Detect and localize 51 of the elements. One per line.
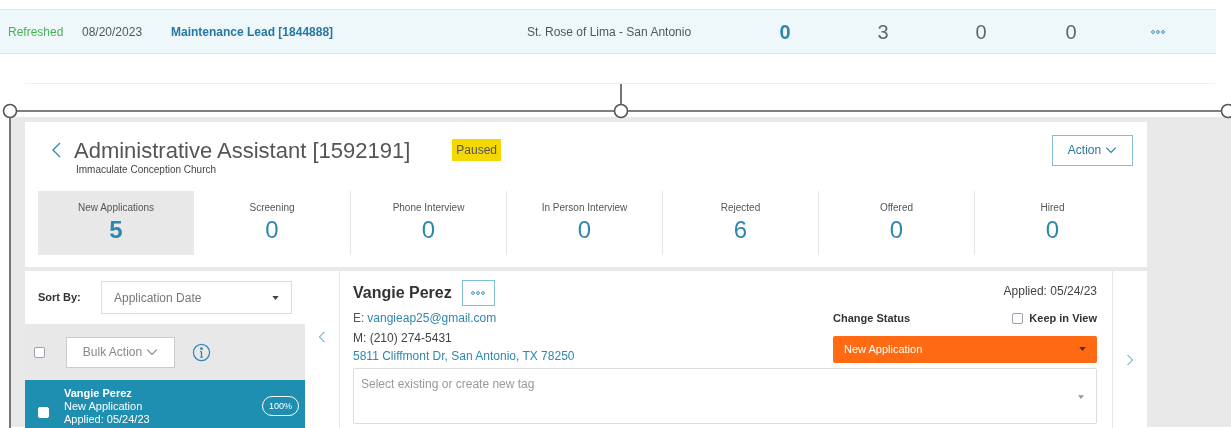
caret-icon [272,295,279,300]
tag-input[interactable]: Select existing or create new tag [361,376,1078,392]
status-badge: Paused [452,139,501,161]
stage-tab[interactable]: Screening 0 [194,191,350,255]
action-button[interactable]: Action [1052,134,1133,166]
info-icon[interactable] [192,342,211,362]
next-icon [1126,352,1134,368]
phone-text: M: (210) 274-5431 [353,330,452,347]
stage-tab[interactable]: Offered 0 [818,191,974,255]
applicant-item[interactable]: Vangie Perez New Application Applied: 05/24/23 100% [25,380,305,428]
chevron-down-icon [1105,146,1118,154]
sort-label: Sort By: [38,290,82,306]
change-status-label: Change Status [833,311,910,326]
job-title: Administrative Assistant [1592191] [74,136,411,165]
applicant-name: Vangie Perez [64,387,133,400]
sort-select[interactable]: Application Date [101,281,292,314]
back-icon [51,141,62,159]
more-icon [1151,29,1165,34]
job-title-link[interactable]: Maintenance Lead [1844888] [171,22,527,41]
bulk-action-button[interactable]: Bulk Action [66,336,175,368]
caret-icon [1079,347,1086,351]
tag-field[interactable]: Select existing or create new tag [353,368,1097,424]
email-link[interactable]: vangieap25@gmail.com [367,309,497,327]
stage-tab[interactable]: Phone Interview 0 [350,191,506,255]
email-label: E: [353,310,365,327]
count-text: 3 [876,19,890,45]
applicant-status: New Application [64,400,144,413]
more-button[interactable] [461,279,495,306]
location-text: St. Rose of Lima - San Antonio [527,23,693,41]
caret-icon [1078,395,1084,399]
checkbox[interactable] [1012,312,1024,324]
organization-text: Immaculate Conception Church [76,164,217,176]
stage-tab[interactable]: In Person Interview 0 [506,191,662,255]
chevron-down-icon [146,348,159,356]
applicant-date: Applied: 05/24/23 [64,413,151,426]
keep-in-view-label: Keep in View [1029,311,1097,326]
job-row[interactable]: Refreshed 08/20/2023 Maintenance Lead [1844888] St. Rose of Lima - San Antonio 0 3 0 0 [0,9,1216,54]
date-text: 08/20/2023 [82,23,144,41]
status-text: Refreshed [7,23,65,41]
more-icon [471,290,486,295]
address-link[interactable]: 5811 Cliffmont Dr, San Antonio, TX 78250 [353,347,575,365]
applicant-title: Vangie Perez [353,282,452,303]
stage-tab[interactable]: New Applications 5 [38,191,194,255]
selection-frame-drawing[interactable] [0,84,1231,428]
checkbox[interactable] [34,346,45,358]
count-text: 0 [1064,19,1078,45]
applied-date: Applied: 05/24/23 [1003,283,1097,300]
stage-tab[interactable]: Rejected 6 [662,191,818,255]
count-text: 0 [778,19,792,45]
stage-tab[interactable]: Hired 0 [974,191,1130,255]
count-text: 0 [974,19,988,45]
